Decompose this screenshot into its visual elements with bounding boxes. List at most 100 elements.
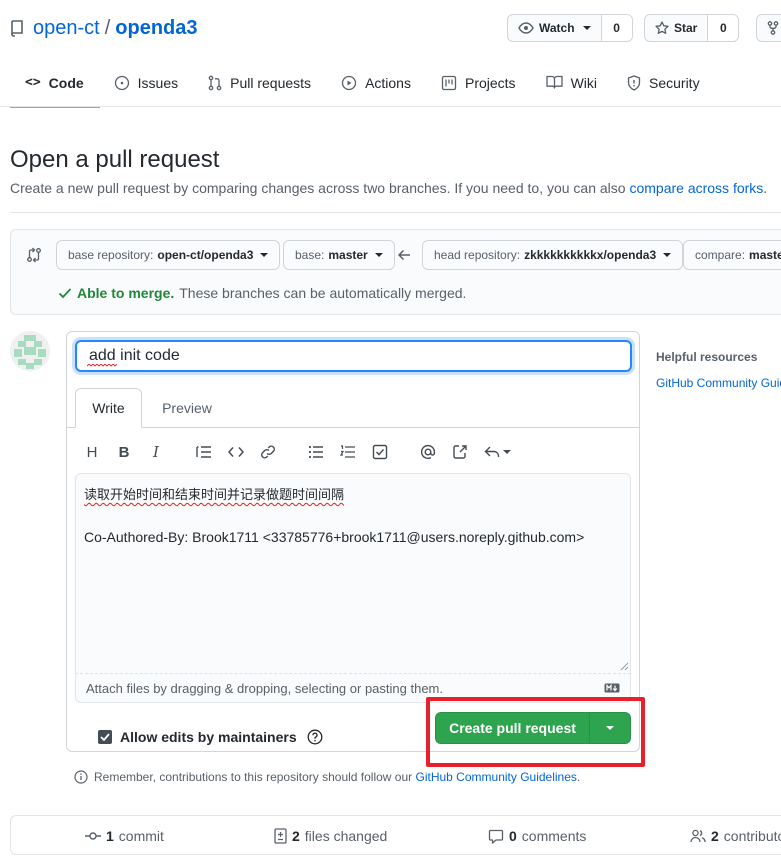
numbered-list-icon[interactable] bbox=[338, 442, 358, 462]
project-icon bbox=[441, 75, 457, 91]
contributors-tab[interactable]: 2 contributors bbox=[690, 828, 781, 844]
tab-security-label: Security bbox=[649, 75, 700, 91]
watch-label: Watch bbox=[539, 21, 575, 35]
tab-write[interactable]: Write bbox=[75, 388, 142, 428]
compare-arrows-icon bbox=[26, 247, 42, 263]
comments-label: comments bbox=[521, 828, 587, 844]
issue-icon bbox=[114, 75, 130, 91]
watch-button-group: Watch 0 bbox=[507, 14, 633, 42]
head-repository-value: zkkkkkkkkkkx/openda3 bbox=[524, 248, 657, 262]
watch-button[interactable]: Watch bbox=[508, 15, 602, 41]
compare-branch-value: master bbox=[749, 248, 781, 262]
repo-owner-link[interactable]: open-ct bbox=[33, 17, 100, 40]
base-branch-select[interactable]: base: master bbox=[283, 240, 395, 270]
guidelines-note-end: . bbox=[576, 770, 581, 784]
link-icon[interactable] bbox=[258, 442, 278, 462]
markdown-toolbar: H B I bbox=[82, 442, 512, 462]
reply-icon[interactable] bbox=[482, 442, 512, 462]
tab-actions[interactable]: Actions bbox=[327, 62, 427, 108]
highlight-box bbox=[426, 697, 645, 767]
tab-actions-label: Actions bbox=[365, 75, 411, 91]
code-icon: <> bbox=[25, 75, 41, 90]
compare-branch-select[interactable]: compare: master bbox=[683, 240, 781, 270]
files-label: files changed bbox=[304, 828, 388, 844]
pr-title-input[interactable]: add init code bbox=[75, 340, 632, 372]
tab-pull-requests-label: Pull requests bbox=[230, 75, 312, 91]
check-icon bbox=[58, 287, 72, 299]
comments-count: 0 bbox=[509, 828, 517, 844]
tab-code[interactable]: <> Code bbox=[10, 62, 100, 108]
pull-request-icon bbox=[208, 75, 222, 91]
repo-separator: / bbox=[104, 16, 111, 39]
star-button[interactable]: Star bbox=[645, 15, 709, 41]
star-count[interactable]: 0 bbox=[708, 15, 739, 41]
guidelines-note: Remember, contributions to this reposito… bbox=[74, 770, 580, 784]
comment-icon bbox=[488, 829, 504, 844]
tab-preview[interactable]: Preview bbox=[152, 388, 222, 428]
files-changed-tab[interactable]: 2 files changed bbox=[274, 828, 387, 844]
bold-icon[interactable]: B bbox=[114, 442, 134, 462]
arrow-left-icon bbox=[397, 248, 411, 262]
pr-body-textarea[interactable]: 读取开始时间和结束时间并记录做题时间间隔 Co-Authored-By: Bro… bbox=[75, 473, 631, 673]
chevron-down-icon bbox=[260, 253, 269, 257]
mention-icon[interactable] bbox=[418, 442, 438, 462]
tab-issues[interactable]: Issues bbox=[100, 62, 194, 108]
avatar[interactable] bbox=[10, 331, 50, 371]
helpful-resources-heading: Helpful resources bbox=[656, 350, 758, 364]
base-repository-value: open-ct/openda3 bbox=[157, 248, 254, 262]
tab-wiki-label: Wiki bbox=[570, 75, 597, 91]
star-button-group: Star 0 bbox=[644, 14, 740, 42]
code-icon[interactable] bbox=[226, 442, 246, 462]
task-list-icon[interactable] bbox=[370, 442, 390, 462]
contributors-label: contributors bbox=[723, 828, 781, 844]
spellcheck-underline bbox=[87, 364, 117, 367]
question-icon[interactable] bbox=[307, 729, 323, 745]
chevron-down-icon bbox=[374, 253, 383, 257]
head-repository-label: head repository: bbox=[434, 248, 521, 262]
cross-reference-icon[interactable] bbox=[450, 442, 470, 462]
repo-name-link[interactable]: openda3 bbox=[115, 17, 197, 40]
tab-security[interactable]: Security bbox=[613, 62, 716, 108]
fork-button[interactable] bbox=[756, 14, 781, 42]
tab-wiki[interactable]: Wiki bbox=[532, 62, 613, 108]
star-label: Star bbox=[674, 21, 698, 35]
commit-icon bbox=[85, 831, 101, 841]
compare-across-forks-link[interactable]: compare across forks bbox=[629, 180, 763, 196]
quote-icon[interactable] bbox=[194, 442, 214, 462]
base-repository-select[interactable]: base repository: open-ct/openda3 bbox=[56, 240, 281, 270]
merge-status-detail: These branches can be automatically merg… bbox=[179, 285, 467, 301]
pr-body-line1: 读取开始时间和结束时间并记录做题时间间隔 bbox=[84, 488, 345, 503]
divider bbox=[10, 212, 781, 213]
repo-header: open-ct / openda3 bbox=[10, 16, 198, 40]
star-icon bbox=[655, 21, 669, 35]
compare-branch-label: compare: bbox=[695, 248, 746, 262]
play-icon bbox=[341, 75, 357, 91]
page-subtitle-end: . bbox=[763, 180, 768, 196]
tabs-divider bbox=[0, 106, 781, 107]
chevron-down-icon bbox=[582, 26, 591, 30]
book-icon bbox=[545, 75, 563, 89]
tab-code-label: Code bbox=[48, 75, 84, 91]
file-diff-icon bbox=[274, 828, 287, 844]
tab-projects[interactable]: Projects bbox=[427, 62, 532, 108]
page-subtitle: Create a new pull request by comparing c… bbox=[10, 180, 767, 196]
chevron-down-icon bbox=[663, 253, 672, 257]
comments-tab[interactable]: 0 comments bbox=[488, 828, 586, 844]
head-repository-select[interactable]: head repository: zkkkkkkkkkkx/openda3 bbox=[422, 240, 684, 270]
commits-count: 1 bbox=[106, 828, 114, 844]
heading-icon[interactable]: H bbox=[82, 442, 102, 462]
shield-icon bbox=[627, 75, 641, 91]
markdown-icon[interactable] bbox=[604, 683, 620, 693]
commits-tab[interactable]: 1 commit bbox=[85, 828, 164, 844]
watch-count[interactable]: 0 bbox=[601, 15, 632, 41]
sidebar-guidelines-link[interactable]: GitHub Community Guidelines bbox=[656, 376, 781, 390]
bulleted-list-icon[interactable] bbox=[306, 442, 326, 462]
tab-pull-requests[interactable]: Pull requests bbox=[194, 62, 327, 108]
guidelines-note-text: Remember, contributions to this reposito… bbox=[94, 770, 416, 784]
chevron-down-icon bbox=[502, 450, 511, 454]
allow-edits-checkbox[interactable] bbox=[98, 730, 112, 744]
community-guidelines-link[interactable]: GitHub Community Guidelines bbox=[416, 770, 577, 784]
resize-handle-icon[interactable] bbox=[620, 662, 629, 671]
attach-files-hint: Attach files by dragging & dropping, sel… bbox=[86, 680, 443, 696]
italic-icon[interactable]: I bbox=[146, 442, 166, 462]
